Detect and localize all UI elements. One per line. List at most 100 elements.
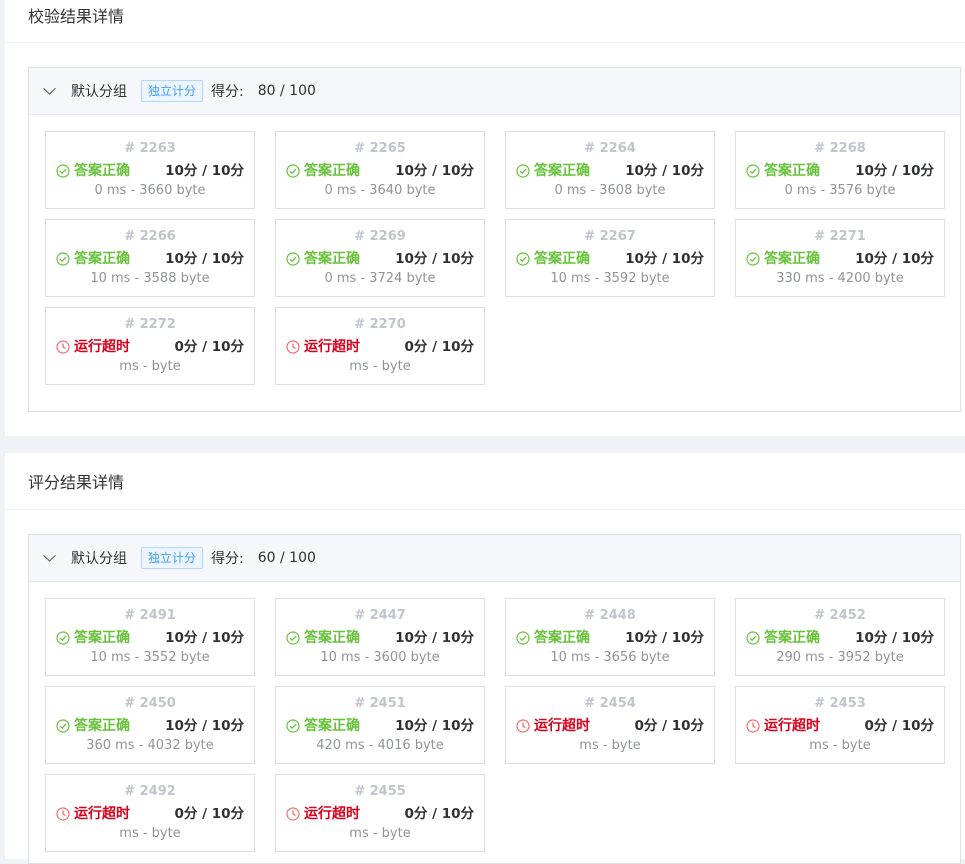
test-case-card[interactable]: # 2447 答案正确 10分 / 10分 10 ms - 3600 byte xyxy=(275,598,485,676)
case-points: 10分 / 10分 xyxy=(165,718,244,734)
case-id: # 2269 xyxy=(354,229,406,244)
check-circle-icon xyxy=(286,164,304,178)
case-status: 答案正确 xyxy=(746,628,820,648)
test-case-card[interactable]: # 2268 答案正确 10分 / 10分 0 ms - 3576 byte xyxy=(735,131,945,209)
case-meta: 420 ms - 4016 byte xyxy=(316,738,444,753)
case-meta: ms - byte xyxy=(119,826,181,841)
case-status: 答案正确 xyxy=(516,628,590,648)
case-id: # 2453 xyxy=(814,696,866,711)
case-status: 答案正确 xyxy=(286,628,360,648)
test-case-card[interactable]: # 2269 答案正确 10分 / 10分 0 ms - 3724 byte xyxy=(275,219,485,297)
status-text: 答案正确 xyxy=(74,163,130,179)
case-status: 答案正确 xyxy=(56,628,130,648)
case-id: # 2271 xyxy=(814,229,866,244)
case-status: 运行超时 xyxy=(516,716,590,736)
test-case-card[interactable]: # 2270 运行超时 0分 / 10分 ms - byte xyxy=(275,307,485,385)
case-status: 答案正确 xyxy=(56,716,130,736)
case-status: 运行超时 xyxy=(56,804,130,824)
check-circle-icon xyxy=(746,252,764,266)
case-points: 0分 / 10分 xyxy=(634,718,704,734)
validation-results-panel: 校验结果详情 默认分组 独立计分 得分: 80 / 100 # 2263 答案正确… xyxy=(5,0,965,436)
case-points: 10分 / 10分 xyxy=(855,630,934,646)
check-circle-icon xyxy=(286,719,304,733)
case-status: 运行超时 xyxy=(286,337,360,357)
test-case-card[interactable]: # 2453 运行超时 0分 / 10分 ms - byte xyxy=(735,686,945,764)
test-case-card[interactable]: # 2265 答案正确 10分 / 10分 0 ms - 3640 byte xyxy=(275,131,485,209)
test-case-card[interactable]: # 2448 答案正确 10分 / 10分 10 ms - 3656 byte xyxy=(505,598,715,676)
group-name: 默认分组 xyxy=(71,551,127,567)
clock-icon xyxy=(516,719,534,733)
check-circle-icon xyxy=(56,719,74,733)
test-case-card[interactable]: # 2454 运行超时 0分 / 10分 ms - byte xyxy=(505,686,715,764)
score-label: 得分: xyxy=(211,84,244,100)
case-status: 答案正确 xyxy=(286,716,360,736)
group-score: 80 / 100 xyxy=(257,83,316,99)
check-circle-icon xyxy=(516,252,534,266)
case-status: 运行超时 xyxy=(56,337,130,357)
clock-icon xyxy=(286,340,304,354)
status-text: 答案正确 xyxy=(764,163,820,179)
status-text: 答案正确 xyxy=(534,163,590,179)
case-status: 运行超时 xyxy=(286,804,360,824)
check-circle-icon xyxy=(746,164,764,178)
case-points: 10分 / 10分 xyxy=(395,163,474,179)
test-case-card[interactable]: # 2272 运行超时 0分 / 10分 ms - byte xyxy=(45,307,255,385)
case-id: # 2454 xyxy=(584,696,636,711)
case-id: # 2264 xyxy=(584,141,636,156)
scoring-tag: 独立计分 xyxy=(141,547,204,569)
case-meta: ms - byte xyxy=(119,359,181,374)
status-text: 答案正确 xyxy=(304,163,360,179)
chevron-down-icon[interactable] xyxy=(43,549,56,562)
case-points: 10分 / 10分 xyxy=(395,718,474,734)
clock-icon xyxy=(746,719,764,733)
status-text: 答案正确 xyxy=(764,630,820,646)
case-status: 答案正确 xyxy=(286,249,360,269)
chevron-down-icon[interactable] xyxy=(43,82,56,95)
test-case-card[interactable]: # 2491 答案正确 10分 / 10分 10 ms - 3552 byte xyxy=(45,598,255,676)
panel-title: 校验结果详情 xyxy=(5,0,965,43)
case-points: 10分 / 10分 xyxy=(395,251,474,267)
case-id: # 2266 xyxy=(124,229,176,244)
case-points: 10分 / 10分 xyxy=(855,251,934,267)
case-meta: 360 ms - 4032 byte xyxy=(86,738,214,753)
test-case-card[interactable]: # 2264 答案正确 10分 / 10分 0 ms - 3608 byte xyxy=(505,131,715,209)
case-meta: ms - byte xyxy=(349,826,411,841)
test-case-card[interactable]: # 2455 运行超时 0分 / 10分 ms - byte xyxy=(275,774,485,852)
test-case-card[interactable]: # 2450 答案正确 10分 / 10分 360 ms - 4032 byte xyxy=(45,686,255,764)
check-circle-icon xyxy=(516,631,534,645)
case-meta: ms - byte xyxy=(349,359,411,374)
test-case-card[interactable]: # 2263 答案正确 10分 / 10分 0 ms - 3660 byte xyxy=(45,131,255,209)
check-circle-icon xyxy=(56,252,74,266)
scoring-tag: 独立计分 xyxy=(141,80,204,102)
status-text: 答案正确 xyxy=(764,251,820,267)
case-points: 10分 / 10分 xyxy=(165,163,244,179)
clock-icon xyxy=(56,807,74,821)
test-group: 默认分组 独立计分 得分: 60 / 100 # 2491 答案正确 10分 / 1… xyxy=(28,534,961,864)
case-status: 答案正确 xyxy=(746,161,820,181)
check-circle-icon xyxy=(746,631,764,645)
case-id: # 2491 xyxy=(124,608,176,623)
case-id: # 2450 xyxy=(124,696,176,711)
test-case-card[interactable]: # 2451 答案正确 10分 / 10分 420 ms - 4016 byte xyxy=(275,686,485,764)
case-points: 10分 / 10分 xyxy=(625,251,704,267)
test-case-card[interactable]: # 2266 答案正确 10分 / 10分 10 ms - 3588 byte xyxy=(45,219,255,297)
group-header[interactable]: 默认分组 独立计分 得分: 80 / 100 xyxy=(29,68,960,115)
case-id: # 2447 xyxy=(354,608,406,623)
test-case-card[interactable]: # 2271 答案正确 10分 / 10分 330 ms - 4200 byte xyxy=(735,219,945,297)
case-meta: 10 ms - 3656 byte xyxy=(550,650,670,665)
case-meta: 10 ms - 3552 byte xyxy=(90,650,210,665)
status-text: 运行超时 xyxy=(304,806,360,822)
test-case-card[interactable]: # 2452 答案正确 10分 / 10分 290 ms - 3952 byte xyxy=(735,598,945,676)
check-circle-icon xyxy=(516,164,534,178)
case-meta: 0 ms - 3608 byte xyxy=(554,183,666,198)
test-case-card[interactable]: # 2267 答案正确 10分 / 10分 10 ms - 3592 byte xyxy=(505,219,715,297)
case-points: 0分 / 10分 xyxy=(864,718,934,734)
case-points: 10分 / 10分 xyxy=(165,251,244,267)
test-case-card[interactable]: # 2492 运行超时 0分 / 10分 ms - byte xyxy=(45,774,255,852)
case-meta: ms - byte xyxy=(579,738,641,753)
group-header[interactable]: 默认分组 独立计分 得分: 60 / 100 xyxy=(29,535,960,582)
scoring-results-panel: 评分结果详情 默认分组 独立计分 得分: 60 / 100 # 2491 答案正确… xyxy=(5,453,965,864)
case-id: # 2270 xyxy=(354,317,406,332)
status-text: 答案正确 xyxy=(74,251,130,267)
case-status: 运行超时 xyxy=(746,716,820,736)
